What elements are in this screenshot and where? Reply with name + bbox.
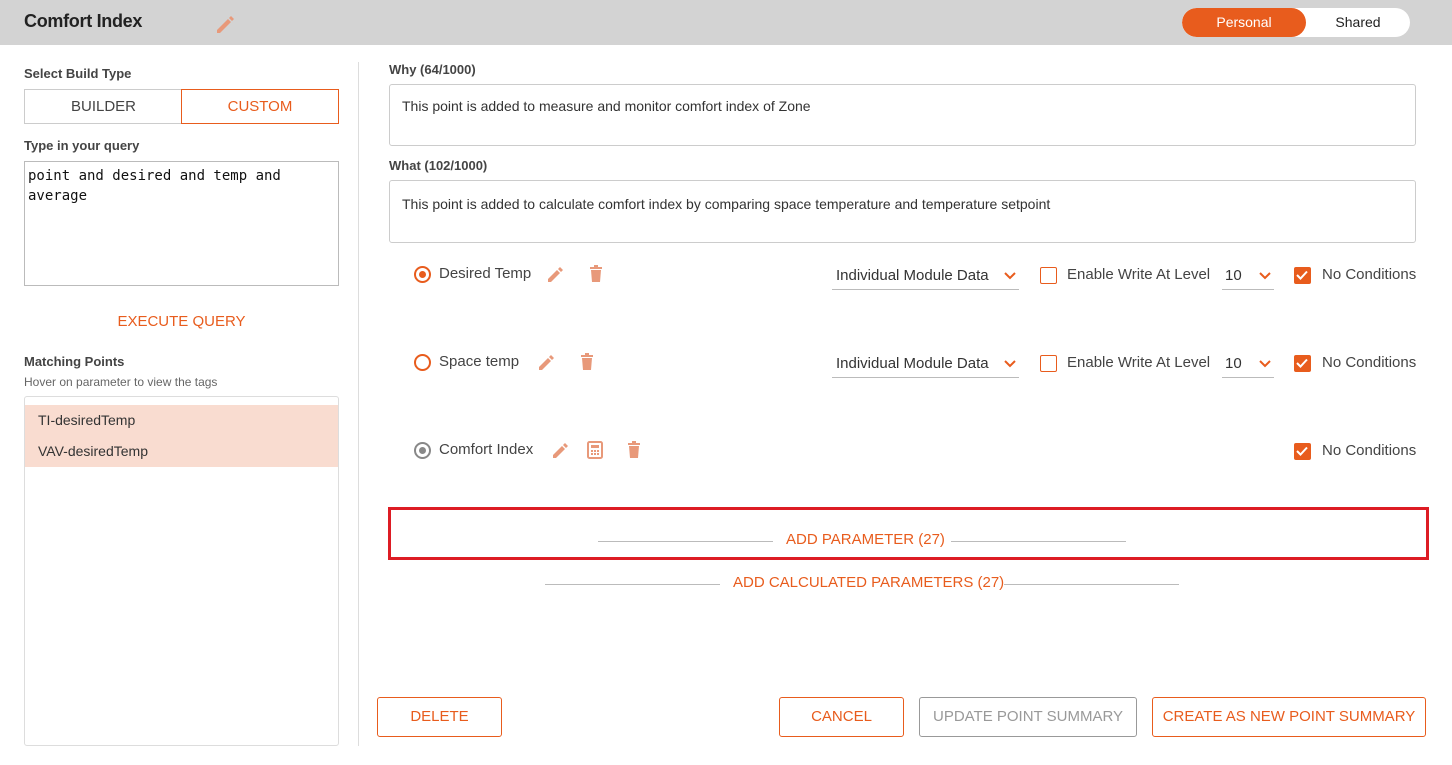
- builder-button[interactable]: BUILDER: [24, 89, 182, 124]
- add-calculated-parameters-link[interactable]: ADD CALCULATED PARAMETERS (27): [733, 574, 1004, 591]
- matching-points-label: Matching Points: [24, 354, 125, 369]
- header-bar: Comfort Index Personal Shared: [0, 0, 1452, 45]
- enable-write-label: Enable Write At Level: [1067, 266, 1211, 283]
- personal-shared-toggle[interactable]: Personal Shared: [1182, 8, 1410, 37]
- pencil-icon[interactable]: [537, 352, 557, 372]
- divider-line: [598, 541, 773, 542]
- param-radio-space-temp[interactable]: [414, 354, 431, 371]
- data-source-value: Individual Module Data: [836, 355, 989, 372]
- enable-write-checkbox[interactable]: [1040, 355, 1057, 372]
- pencil-icon[interactable]: [214, 12, 238, 34]
- update-point-summary-button[interactable]: UPDATE POINT SUMMARY: [919, 697, 1137, 737]
- param-radio-desired-temp[interactable]: [414, 266, 431, 283]
- no-conditions-label: No Conditions: [1322, 442, 1417, 459]
- level-dropdown[interactable]: 10: [1222, 351, 1274, 378]
- data-source-value: Individual Module Data: [836, 267, 989, 284]
- query-label: Type in your query: [24, 138, 140, 153]
- param-name: Space temp: [439, 353, 520, 370]
- trash-icon[interactable]: [577, 352, 597, 372]
- list-item[interactable]: TI-desiredTemp: [25, 405, 338, 436]
- build-type-label: Select Build Type: [24, 66, 132, 81]
- divider-line: [545, 584, 720, 585]
- no-conditions-checkbox[interactable]: [1294, 355, 1311, 372]
- chevron-down-icon: [1003, 268, 1017, 282]
- what-label: What (102/1000): [389, 158, 488, 173]
- delete-button[interactable]: DELETE: [377, 697, 502, 737]
- divider-line: [1004, 584, 1179, 585]
- pencil-icon[interactable]: [546, 264, 566, 284]
- create-new-point-summary-button[interactable]: CREATE AS NEW POINT SUMMARY: [1152, 697, 1426, 737]
- level-value: 10: [1225, 267, 1242, 284]
- custom-button[interactable]: CUSTOM: [181, 89, 339, 124]
- cancel-button[interactable]: CANCEL: [779, 697, 904, 737]
- data-source-dropdown[interactable]: Individual Module Data: [832, 351, 1019, 378]
- query-textarea[interactable]: point and desired and temp and average: [24, 161, 339, 286]
- list-item[interactable]: VAV-desiredTemp: [25, 436, 338, 467]
- toggle-personal[interactable]: Personal: [1182, 8, 1306, 37]
- execute-query-button[interactable]: EXECUTE QUERY: [24, 313, 339, 330]
- enable-write-checkbox[interactable]: [1040, 267, 1057, 284]
- matching-points-hint: Hover on parameter to view the tags: [24, 375, 218, 389]
- page-title: Comfort Index: [24, 11, 143, 31]
- no-conditions-label: No Conditions: [1322, 354, 1417, 371]
- no-conditions-label: No Conditions: [1322, 266, 1417, 283]
- chevron-down-icon: [1258, 356, 1272, 370]
- chevron-down-icon: [1258, 268, 1272, 282]
- enable-write-label: Enable Write At Level: [1067, 354, 1211, 371]
- what-textarea[interactable]: This point is added to calculate comfort…: [389, 180, 1416, 243]
- pencil-icon[interactable]: [551, 440, 571, 460]
- data-source-dropdown[interactable]: Individual Module Data: [832, 263, 1019, 290]
- toggle-shared[interactable]: Shared: [1306, 8, 1410, 37]
- vertical-divider: [358, 62, 359, 746]
- param-name: Comfort Index: [439, 441, 534, 458]
- no-conditions-checkbox[interactable]: [1294, 443, 1311, 460]
- add-parameter-link[interactable]: ADD PARAMETER (27): [786, 531, 945, 548]
- matching-points-list: TI-desiredTemp VAV-desiredTemp: [24, 396, 339, 746]
- param-radio-comfort-index[interactable]: [414, 442, 431, 459]
- param-name: Desired Temp: [439, 265, 532, 282]
- chevron-down-icon: [1003, 356, 1017, 370]
- calculator-icon[interactable]: [585, 440, 605, 460]
- no-conditions-checkbox[interactable]: [1294, 267, 1311, 284]
- trash-icon[interactable]: [586, 264, 606, 284]
- why-label: Why (64/1000): [389, 62, 476, 77]
- level-value: 10: [1225, 355, 1242, 372]
- why-textarea[interactable]: This point is added to measure and monit…: [389, 84, 1416, 146]
- divider-line: [951, 541, 1126, 542]
- trash-icon[interactable]: [624, 440, 644, 460]
- level-dropdown[interactable]: 10: [1222, 263, 1274, 290]
